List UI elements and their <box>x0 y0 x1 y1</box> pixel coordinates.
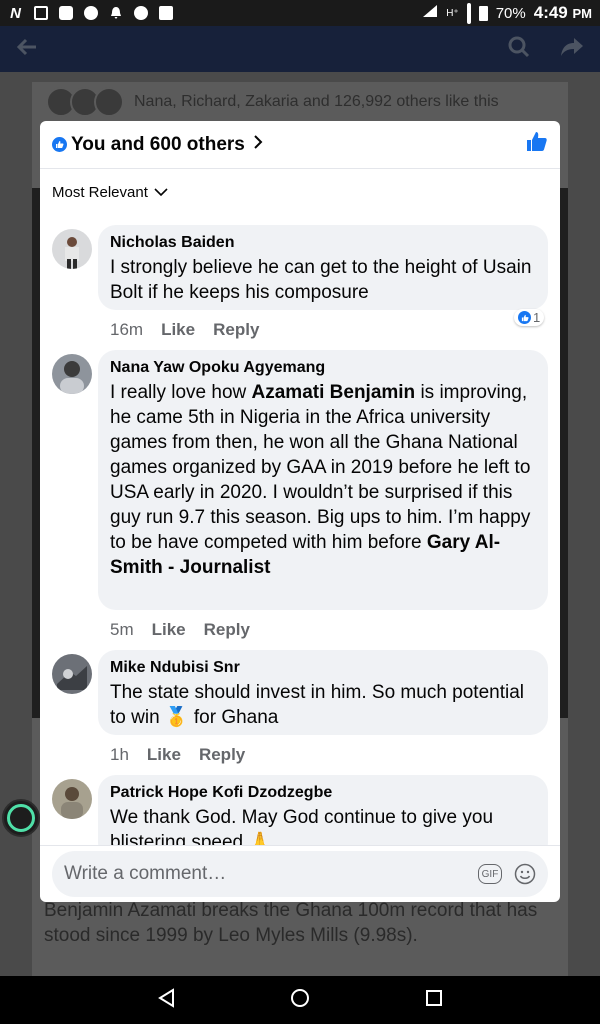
comment-time: 1h <box>110 745 129 764</box>
comment-actions: 5m Like Reply <box>110 620 250 640</box>
liker-avatars <box>46 87 124 117</box>
reply-button[interactable]: Reply <box>204 620 250 640</box>
network-type-icon: H⁺ <box>446 7 459 19</box>
comment-text-part: I really love how <box>110 382 252 403</box>
comment-input[interactable] <box>64 863 478 885</box>
comment-text-part: for Ghana <box>188 707 279 728</box>
avatar[interactable] <box>52 779 92 819</box>
circle-notification-icon <box>83 6 98 21</box>
post-likes-row: Nana, Richard, Zakaria and 126,992 other… <box>46 84 499 120</box>
comment-bubble[interactable]: Nicholas Baiden I strongly believe he ca… <box>98 225 548 310</box>
comment-bubble[interactable]: Patrick Hope Kofi Dzodzegbe We thank God… <box>98 775 548 845</box>
comment-item: Patrick Hope Kofi Dzodzegbe We thank God… <box>52 775 552 845</box>
comment-time: 16m <box>110 320 144 339</box>
gif-button[interactable]: GIF <box>478 864 502 884</box>
gallery-icon <box>33 6 48 21</box>
back-arrow-icon[interactable] <box>16 37 38 62</box>
share-icon[interactable] <box>560 36 584 63</box>
avatar[interactable] <box>52 654 92 694</box>
signal-icon <box>422 4 438 22</box>
sheet-header[interactable]: You and 600 others <box>40 121 560 169</box>
comment-actions: 16m Like Reply <box>110 320 259 340</box>
back-triangle-icon[interactable] <box>157 987 175 1013</box>
battery-icon <box>478 5 488 21</box>
post-caption: Benjamin Azamati breaks the Ghana 100m r… <box>44 900 538 946</box>
sort-selector[interactable]: Most Relevant <box>40 169 560 215</box>
avatar[interactable] <box>52 354 92 394</box>
bell-icon <box>108 6 123 21</box>
reaction-count-badge[interactable]: 1 <box>514 309 545 326</box>
sim-icon <box>466 2 471 24</box>
mention-link[interactable]: Azamati Benjamin <box>252 382 416 403</box>
comment-bubble[interactable]: Nana Yaw Opoku Agyemang I really love ho… <box>98 350 548 610</box>
navigation-bar <box>0 976 600 1024</box>
like-badge-icon <box>518 311 531 324</box>
medal-emoji: 🥇 <box>164 707 189 728</box>
comment-author[interactable]: Nana Yaw Opoku Agyemang <box>110 358 536 378</box>
post-likes-text: Nana, Richard, Zakaria and 126,992 other… <box>134 93 499 110</box>
emoji-icon[interactable] <box>514 863 536 885</box>
comment-bubble[interactable]: Mike Ndubisi Snr The state should invest… <box>98 650 548 735</box>
post-header-bar <box>0 26 600 72</box>
comment-item: Nana Yaw Opoku Agyemang I really love ho… <box>52 350 552 640</box>
like-button[interactable]: Like <box>161 320 195 340</box>
reply-button[interactable]: Reply <box>213 320 259 340</box>
comment-actions: 1h Like Reply <box>110 745 245 765</box>
comment-item: Mike Ndubisi Snr The state should invest… <box>52 650 552 765</box>
avatar <box>94 87 124 117</box>
like-badge-icon <box>52 137 67 152</box>
like-button[interactable]: Like <box>152 620 186 640</box>
nfc-icon: N <box>10 4 21 22</box>
clock: 4:49 PM <box>533 3 592 22</box>
search-icon[interactable] <box>508 36 530 63</box>
comment-composer: GIF <box>40 845 560 902</box>
comment-text-part: is improving, he came 5th in Nigeria in … <box>110 382 531 553</box>
comment-author[interactable]: Mike Ndubisi Snr <box>110 658 536 678</box>
reply-button[interactable]: Reply <box>199 745 245 765</box>
like-button[interactable]: Like <box>147 745 181 765</box>
chevron-right-icon[interactable] <box>253 134 263 155</box>
comment-list: Nicholas Baiden I strongly believe he ca… <box>40 217 560 845</box>
assistive-icon <box>7 804 35 832</box>
like-thumb-icon[interactable] <box>526 131 548 158</box>
comment-text: We thank God. May God continue to give y… <box>110 807 494 845</box>
system-indicators: H⁺ 70% 4:49 PM <box>422 2 592 24</box>
comment-text: The state should invest in him. So much … <box>110 680 536 730</box>
notification-icons: N <box>8 4 173 22</box>
comment-time: 5m <box>110 620 134 639</box>
comment-input-box[interactable]: GIF <box>52 851 548 897</box>
reactions-title[interactable]: You and 600 others <box>71 134 245 156</box>
battery-percent: 70% <box>495 4 526 22</box>
reactions-sheet: You and 600 others Most Relevant Nichola… <box>40 121 560 902</box>
alert-icon <box>158 6 173 21</box>
sort-label[interactable]: Most Relevant <box>52 184 148 201</box>
comment-author[interactable]: Patrick Hope Kofi Dzodzegbe <box>110 783 536 803</box>
home-circle-icon[interactable] <box>290 988 310 1013</box>
comment-author[interactable]: Nicholas Baiden <box>110 233 536 253</box>
chevron-down-icon[interactable] <box>154 184 168 201</box>
circle-notification-icon <box>133 6 148 21</box>
avatar[interactable] <box>52 229 92 269</box>
recents-square-icon[interactable] <box>425 989 443 1012</box>
assistive-touch-button[interactable] <box>2 799 40 837</box>
comment-text: I strongly believe he can get to the hei… <box>110 257 532 303</box>
message-icon <box>58 6 73 21</box>
comment-text: I really love how Azamati Benjamin is im… <box>110 380 536 580</box>
comment-item: Nicholas Baiden I strongly believe he ca… <box>52 225 552 345</box>
status-bar: N H⁺ 70% 4:49 PM <box>0 0 600 26</box>
reaction-count: 1 <box>533 310 541 325</box>
